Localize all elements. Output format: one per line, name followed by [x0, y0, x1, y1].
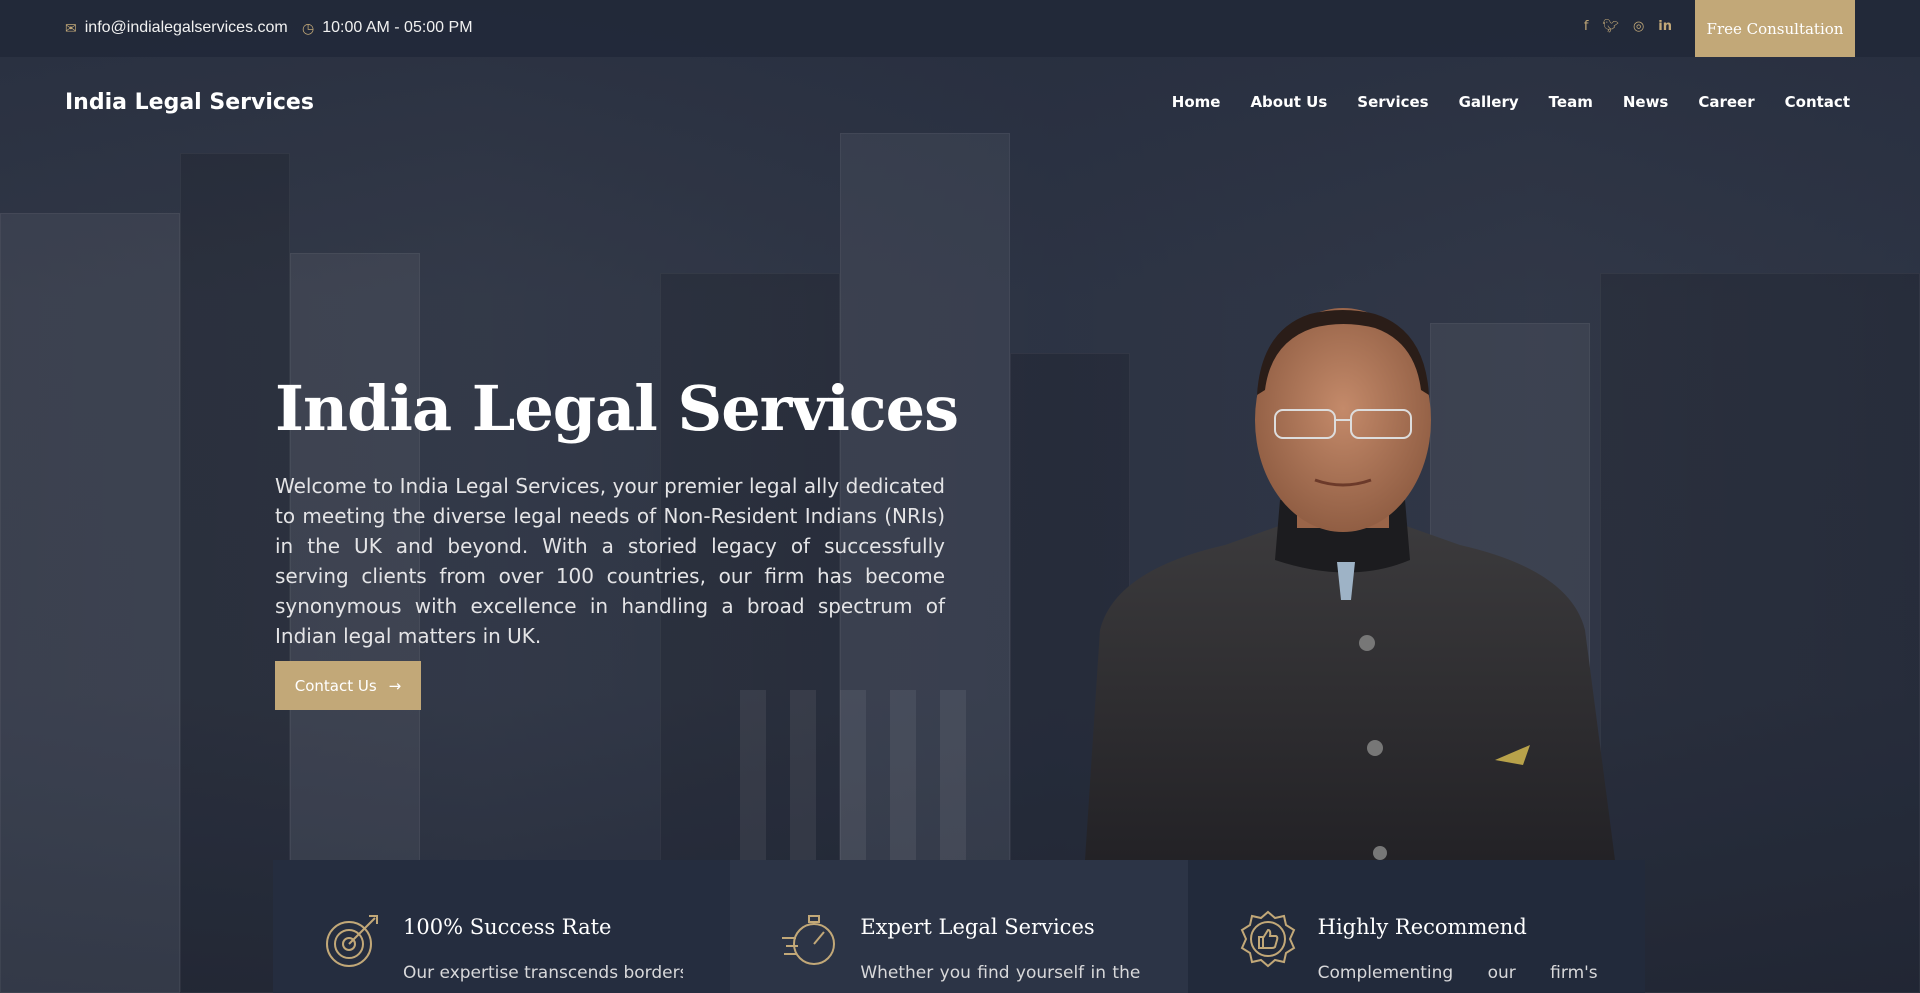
top-bar: ✉ info@indialegalservices.com ◷ 10:00 AM… — [0, 0, 1920, 57]
hours-text: 10:00 AM - 05:00 PM — [322, 19, 473, 36]
feature-card: Highly Recommend Complementing our firm'… — [1187, 860, 1645, 993]
nav-about-us[interactable]: About Us — [1250, 93, 1327, 111]
features-strip: 100% Success Rate Our expertise transcen… — [273, 860, 1645, 993]
feature-title: Expert Legal Services — [860, 915, 1095, 939]
target-icon — [326, 915, 378, 967]
feature-title: 100% Success Rate — [403, 915, 612, 939]
main-nav: Home About Us Services Gallery Team News… — [1172, 93, 1850, 111]
lawyer-portrait — [1085, 308, 1615, 860]
nav-contact[interactable]: Contact — [1785, 93, 1850, 111]
feature-card: Expert Legal Services Whether you find y… — [730, 860, 1188, 993]
feature-text: Complementing our firm's — [1317, 963, 1598, 983]
email-text: info@indialegalservices.com — [84, 19, 288, 36]
nav-news[interactable]: News — [1623, 93, 1669, 111]
stopwatch-icon — [782, 915, 836, 965]
feature-card: 100% Success Rate Our expertise transcen… — [273, 860, 731, 993]
contact-us-button[interactable]: Contact Us → — [275, 661, 421, 710]
social-links: f 🐦︎ ◎ in — [1584, 19, 1672, 34]
instagram-icon[interactable]: ◎ — [1633, 19, 1644, 34]
contact-us-label: Contact Us — [294, 676, 377, 695]
nav-services[interactable]: Services — [1357, 93, 1428, 111]
twitter-icon[interactable]: 🐦︎ — [1602, 19, 1619, 34]
feature-text: Our expertise transcends borders, — [403, 963, 683, 983]
nav-career[interactable]: Career — [1698, 93, 1754, 111]
site-logo[interactable]: India Legal Services — [65, 90, 314, 115]
feature-title: Highly Recommend — [1317, 915, 1527, 939]
free-consultation-button[interactable]: Free Consultation — [1695, 0, 1855, 57]
nav-gallery[interactable]: Gallery — [1459, 93, 1519, 111]
hero-description: Welcome to India Legal Services, your pr… — [275, 474, 945, 648]
clock-icon: ◷ — [302, 19, 315, 36]
linkedin-icon[interactable]: in — [1658, 19, 1672, 34]
envelope-icon: ✉ — [65, 19, 77, 36]
nav-team[interactable]: Team — [1549, 93, 1593, 111]
office-hours: ◷ 10:00 AM - 05:00 PM — [302, 19, 473, 37]
facebook-icon[interactable]: f — [1584, 19, 1589, 34]
nav-home[interactable]: Home — [1172, 93, 1221, 111]
email-contact[interactable]: ✉ info@indialegalservices.com — [65, 19, 288, 37]
arrow-right-icon: → — [388, 676, 402, 695]
feature-text: Whether you find yourself in the — [860, 963, 1141, 983]
hero-title: India Legal Services — [275, 372, 959, 445]
thumbs-up-badge-icon — [1240, 910, 1295, 968]
